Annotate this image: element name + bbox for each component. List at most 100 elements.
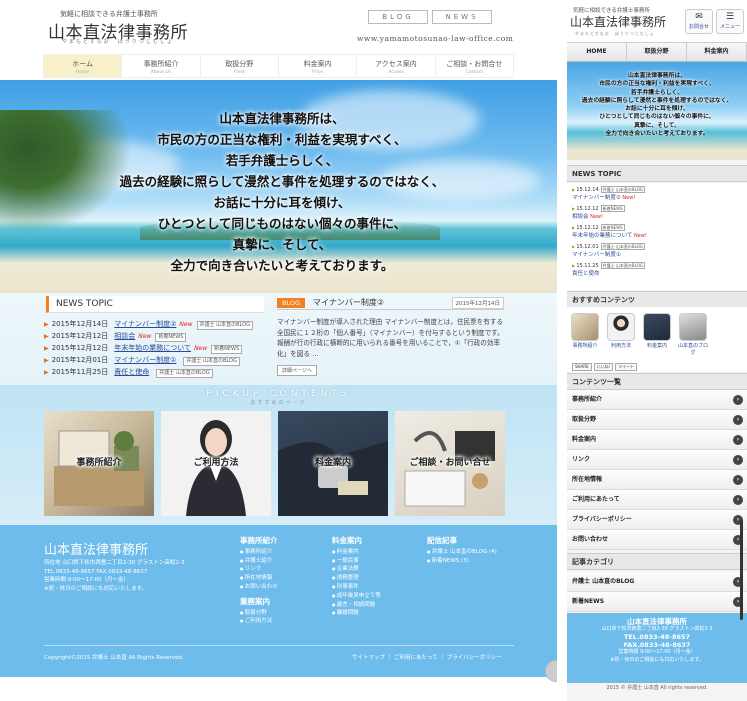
footer-col-price: 料金案内 料金案内 一般民事 企業法務 債務整理 刑事事件 成年後見申立て等 遺… [332,536,381,618]
mobile-rec-title: おすすめコンテンツ [567,291,747,308]
rec-item-blog[interactable]: 山本直のブログ [678,313,708,356]
tweet-button[interactable]: ツイート [615,363,638,371]
footer-link[interactable]: 債務整理 [332,574,381,583]
news-link[interactable]: 年末年始の業務について [114,344,191,352]
footer-link[interactable]: 取扱分野 [240,609,278,618]
pickup-card-about[interactable]: 事務所紹介 [44,411,154,516]
list-item[interactable]: 弁護士 山本直のBLOG › [567,572,747,592]
pickup-section: PICKUP CONTENTS おすすめのページ 事務所紹介 ご利用方法 料金案… [0,385,557,525]
footer-link[interactable]: 料金案内 [332,548,381,557]
footer-link[interactable]: 弁護士紹介 [240,557,278,566]
category-badge[interactable]: 弁護士 山本直のBLOG [196,321,253,330]
footer-link[interactable]: 一般民事 [332,557,381,566]
news-link[interactable]: マイナンバー制度② [572,195,621,201]
rec-item-usage[interactable]: 利用方法 [606,313,636,350]
footer-link[interactable]: 刑事事件 [332,583,381,592]
menu-icon: ☰ [725,12,735,22]
footer-link[interactable]: 新着NEWS (3) [427,557,497,566]
footer-link[interactable]: 企業法務 [332,565,381,574]
footer-link[interactable]: 成年後見申立て等 [332,592,381,601]
news-link[interactable]: 年末年始の業務について [572,233,632,239]
footer-link[interactable]: リンク [240,565,278,574]
list-item: 15.12.01弁護士 山本直のBLOGマイナンバー制度① [567,243,747,259]
scrollbar[interactable] [740,520,743,620]
footer-link[interactable]: 離婚問題 [332,609,381,618]
pickup-subtitle: おすすめのページ [250,400,307,406]
list-item[interactable]: 新着NEWS › [567,592,747,612]
pickup-card-contact[interactable]: ご相談・お問い合せ [395,411,505,516]
blog-button[interactable]: BLOG [368,10,428,24]
nav-contact[interactable]: ご相談・お問合せ Contact [436,55,514,77]
mobile-contact-button[interactable]: ✉ お問合せ [685,9,713,34]
phone-number[interactable]: TEL.0833-48-8657 [567,633,747,641]
pickup-card-price[interactable]: 料金案内 [278,411,388,516]
chevron-right-icon: › [733,395,743,405]
footer-link[interactable]: ご利用方法 [240,617,278,626]
mobile-nav-field[interactable]: 取扱分野 [627,43,687,61]
rec-item-price[interactable]: 料金案内 [642,313,672,350]
list-item[interactable]: 取扱分野 › [567,410,747,430]
news-item: ▶ 2015年12月01日 マイナンバー制度① 弁護士 山本直のBLOG [44,354,253,366]
category-badge[interactable]: 新着NEWS [155,333,187,342]
chevron-right-icon: › [733,475,743,485]
news-item: ▶ 2015年12月12日 相談会 New 新着NEWS [44,330,253,342]
list-item[interactable]: お問い合わせ › [567,530,747,550]
news-link[interactable]: マイナンバー制度① [114,356,176,364]
news-link[interactable]: マイナンバー制度② [114,320,176,328]
footer-logo[interactable]: 山本直法律事務所 [44,539,148,558]
list-item[interactable]: リンク › [567,450,747,470]
chevron-right-icon: › [733,455,743,465]
mobile-view: 気軽に相談できる弁護士事務所 山本直法律事務所 やまもとすなお ほうりつじむしょ… [567,0,747,701]
list-item[interactable]: プライバシーポリシー › [567,510,747,530]
blog-more-button[interactable]: 詳細ページへ [277,365,317,376]
nav-field[interactable]: 取扱分野 Field [201,55,279,77]
share-button[interactable]: SHARE [572,363,592,371]
news-link[interactable]: 責任と使命 [114,368,149,376]
news-list: ▶ 2015年12月14日 マイナンバー制度② New 弁護士 山本直のBLOG ▶ 20… [44,318,253,378]
news-link[interactable]: 相談会 [572,214,589,220]
copyright: Copyright©2015 弁護士 山本直 All Rights Reserv… [44,655,184,661]
list-item[interactable]: 料金案内 › [567,430,747,450]
pickup-card-usage[interactable]: ご利用方法 [161,411,271,516]
footer-link[interactable]: 所在地情報 [240,574,278,583]
rec-item-about[interactable]: 事務所紹介 [570,313,600,350]
chevron-right-icon: › [733,435,743,445]
footer-link[interactable]: 遺言・相続問題 [332,601,381,610]
category-badge[interactable]: 弁護士 山本直のBLOG [183,357,240,366]
mobile-recommended: 事務所紹介 利用方法 料金案内 山本直のブログ SHARE いいね! ツイート [567,307,747,372]
list-item: 15.12.12新着NEWS相談会 New! [567,205,747,221]
category-badge[interactable]: 新着NEWS [211,345,243,354]
news-link[interactable]: 相談会 [114,332,135,340]
footer-link[interactable]: 事務所紹介 [240,548,278,557]
news-link[interactable]: マイナンバー制度① [572,252,621,258]
nav-price[interactable]: 料金案内 Price [279,55,358,77]
news-button[interactable]: NEWS [432,10,492,24]
main-nav: ホーム Home 事務所紹介 About Us 取扱分野 Field 料金案内 Pric… [43,54,514,78]
nav-home[interactable]: ホーム Home [43,55,123,77]
mobile-footer-name: 山本直法律事務所 [627,617,687,626]
footer-link[interactable]: お問い合わせ [240,583,278,592]
news-link[interactable]: 責任と使命 [572,271,600,277]
list-item[interactable]: ご利用にあたって › [567,490,747,510]
footer-link[interactable]: 弁護士 山本直のBLOG (4) [427,548,497,557]
blog-title[interactable]: マイナンバー制度② [313,297,384,308]
mobile-nav-price[interactable]: 料金案内 [687,43,747,61]
mobile-cat-title: 記事カテゴリ [567,553,747,570]
site-url: www.yamamotosunao-law-office.com [357,34,514,43]
like-button[interactable]: いいね! [593,363,614,371]
footer-links[interactable]: サイトマップ ｜ ご利用にあたって ｜ プライバシーポリシー [352,653,502,661]
list-item[interactable]: 所在地情報 › [567,470,747,490]
mobile-hero-message: 山本直法律事務所は、 市民の方の正当な権利・利益を実現すべく、 若手弁護士らしく… [581,73,733,138]
chevron-right-icon: › [733,495,743,505]
mobile-logo[interactable]: 山本直法律事務所 [570,13,666,30]
blog-excerpt: マイナンバー制度が導入された理由 マイナンバー制度とは，住民票を有する全国民に１… [277,318,504,358]
mobile-menu-button[interactable]: ☰ メニュー [716,9,744,34]
footer-col-articles: 配信記事 弁護士 山本直のBLOG (4) 新着NEWS (3) [427,536,497,566]
nav-about[interactable]: 事務所紹介 About Us [122,55,201,77]
news-item: ▶ 2015年11月25日 責任と使命 弁護士 山本直のBLOG [44,366,253,378]
mobile-nav-home[interactable]: HOME [567,43,627,61]
mobile-footer: 山本直法律事務所 山口県下松市西豊二丁目2-30 グラストン高松2-3 TEL.… [567,613,747,683]
category-badge[interactable]: 弁護士 山本直のBLOG [156,369,213,378]
list-item[interactable]: 事務所紹介 › [567,390,747,410]
nav-access[interactable]: アクセス案内 Access [357,55,436,77]
